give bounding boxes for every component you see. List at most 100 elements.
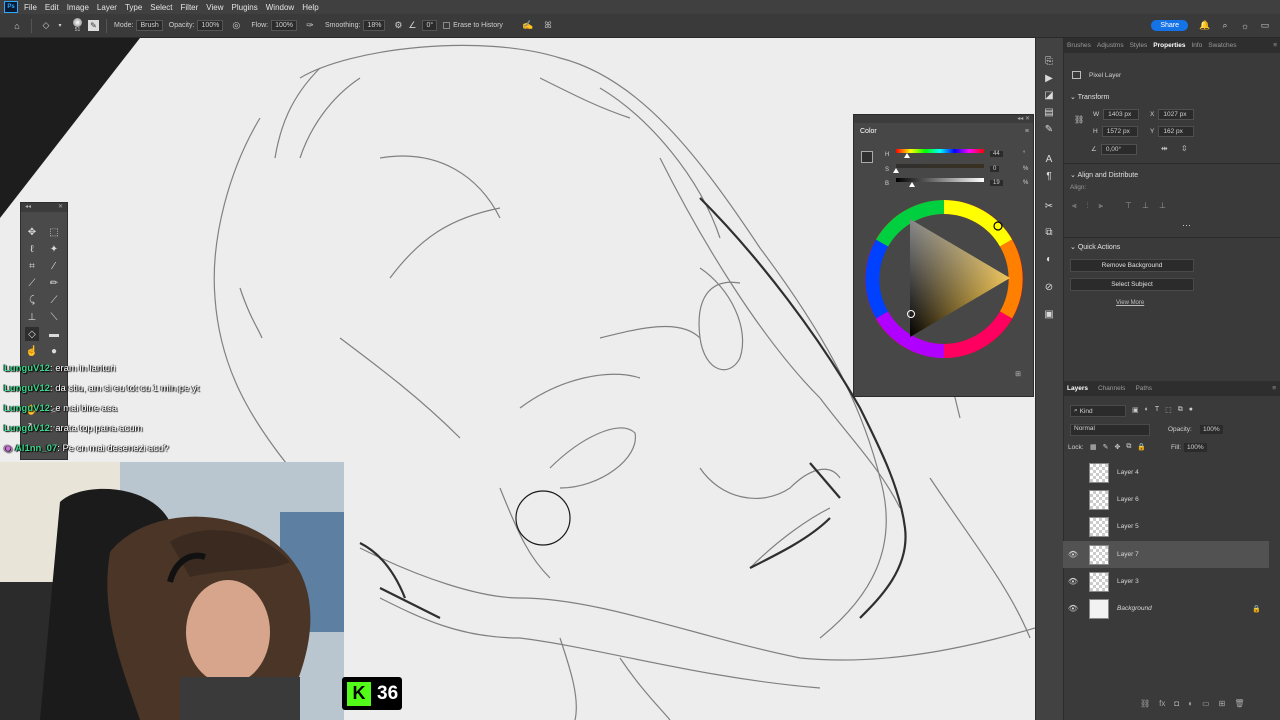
- lock-position-icon[interactable]: ✥: [1115, 443, 1121, 451]
- menu-select[interactable]: Select: [150, 3, 172, 12]
- align-left-icon[interactable]: ⫷: [1072, 201, 1077, 211]
- expand-panel-icon[interactable]: ⊞: [1015, 370, 1021, 378]
- tab-styles[interactable]: Styles: [1127, 42, 1151, 49]
- color-panel-icon[interactable]: ◐: [1042, 252, 1056, 266]
- blend-mode-select[interactable]: Normal: [1070, 424, 1150, 436]
- symmetry-icon[interactable]: ꕤ: [541, 19, 555, 33]
- menu-filter[interactable]: Filter: [181, 3, 199, 12]
- eraser-tool-icon[interactable]: ◇: [39, 19, 53, 33]
- align-section-header[interactable]: ⌄ Align and Distribute: [1070, 171, 1138, 179]
- share-button[interactable]: Share: [1151, 20, 1188, 31]
- filter-smart-object-icon[interactable]: ⧉: [1178, 406, 1183, 414]
- healing-brush-icon[interactable]: ⟍: [47, 310, 61, 324]
- menu-help[interactable]: Help: [302, 3, 318, 12]
- panel-menu-icon[interactable]: ≡: [1025, 128, 1029, 135]
- new-layer-icon[interactable]: ⊞: [1219, 699, 1226, 708]
- menu-type[interactable]: Type: [125, 3, 142, 12]
- brush-tool-icon[interactable]: ⟋: [25, 276, 39, 290]
- align-bottom-icon[interactable]: ⊥: [1159, 201, 1166, 211]
- x-input[interactable]: 1027 px: [1158, 109, 1195, 120]
- layer-opacity-input[interactable]: 100%: [1200, 425, 1223, 434]
- flip-vertical-icon[interactable]: ⇳: [1181, 144, 1188, 153]
- character-panel-icon[interactable]: A: [1042, 152, 1056, 166]
- eyedropper-icon[interactable]: ⁄: [47, 259, 61, 273]
- lock-all-icon[interactable]: 🔒: [1137, 443, 1146, 451]
- history-panel-icon[interactable]: ⎘: [1042, 54, 1056, 68]
- eye-icon[interactable]: 👁: [1066, 604, 1080, 613]
- link-layers-icon[interactable]: ⛓: [1140, 699, 1150, 708]
- stamp-tool-icon[interactable]: ⊥: [25, 310, 39, 324]
- saturation-slider[interactable]: [896, 164, 984, 168]
- new-group-icon[interactable]: ▭: [1202, 699, 1210, 708]
- menu-window[interactable]: Window: [266, 3, 294, 12]
- remove-background-button[interactable]: Remove Background: [1070, 259, 1194, 272]
- brush-preset-picker[interactable]: 51: [73, 18, 82, 33]
- align-right-icon[interactable]: ⫸: [1099, 201, 1104, 211]
- pressure-size-icon[interactable]: ✍: [521, 19, 535, 33]
- adjustment-layer-icon[interactable]: ◐: [1188, 699, 1193, 708]
- menu-plugins[interactable]: Plugins: [232, 3, 258, 12]
- home-icon[interactable]: ⌂: [10, 19, 24, 33]
- brushes-panel-icon[interactable]: ⊘: [1042, 280, 1056, 294]
- saturation-slider-handle[interactable]: [893, 168, 899, 173]
- opacity-input[interactable]: 100%: [197, 20, 224, 31]
- tools-panel-header[interactable]: ◂◂ ✕: [21, 203, 67, 212]
- pencil-tool-icon[interactable]: ✏: [47, 276, 61, 290]
- flip-horizontal-icon[interactable]: ⇹: [1161, 144, 1168, 153]
- mode-select[interactable]: Brush: [136, 20, 163, 31]
- mixer-brush-icon[interactable]: ⟋: [47, 293, 61, 307]
- add-mask-icon[interactable]: ◘: [1174, 699, 1179, 708]
- hue-slider-handle[interactable]: [904, 153, 910, 158]
- gear-icon[interactable]: ⚙: [391, 19, 405, 33]
- filter-toggle-icon[interactable]: ●: [1189, 406, 1193, 414]
- filter-shape-icon[interactable]: ⬚: [1165, 406, 1172, 414]
- libraries-panel-icon[interactable]: ▤: [1042, 105, 1056, 119]
- menu-file[interactable]: File: [24, 3, 37, 12]
- workspace-icon[interactable]: ▭: [1258, 19, 1272, 33]
- paths-panel-icon[interactable]: ✎: [1042, 122, 1056, 136]
- chevron-down-icon[interactable]: ▾: [53, 19, 67, 33]
- layer-row[interactable]: Layer 4: [1063, 459, 1269, 486]
- smoothing-input[interactable]: 18%: [363, 20, 386, 31]
- align-center-icon[interactable]: ⫶: [1087, 201, 1089, 211]
- flow-input[interactable]: 100%: [271, 20, 297, 31]
- y-input[interactable]: 162 px: [1158, 126, 1195, 137]
- eye-icon[interactable]: 👁: [1066, 550, 1080, 559]
- lock-pixels-icon[interactable]: ✎: [1103, 443, 1109, 451]
- height-input[interactable]: 1572 px: [1101, 126, 1138, 137]
- quick-actions-header[interactable]: ⌄ Quick Actions: [1070, 243, 1120, 251]
- clone-source-icon[interactable]: ⧉: [1042, 225, 1056, 239]
- rotation-input[interactable]: 0,00°: [1100, 144, 1137, 155]
- actions-panel-icon[interactable]: ▶: [1042, 71, 1056, 85]
- adjustments-panel-icon[interactable]: ◪: [1042, 88, 1056, 102]
- tab-swatches[interactable]: Swatches: [1205, 42, 1239, 49]
- brush-settings-icon[interactable]: ✎: [88, 20, 99, 31]
- history-brush-icon[interactable]: ⤹: [25, 293, 39, 307]
- color-wheel[interactable]: [862, 197, 1026, 361]
- angle-input[interactable]: 0°: [422, 20, 438, 31]
- crop-tool-icon[interactable]: ⌗: [25, 259, 39, 273]
- layer-row[interactable]: Layer 5: [1063, 513, 1269, 540]
- menu-layer[interactable]: Layer: [97, 3, 117, 12]
- blur-tool-icon[interactable]: ●: [47, 344, 61, 358]
- eye-icon[interactable]: 👁: [1066, 577, 1080, 586]
- align-top-icon[interactable]: ⊤: [1125, 201, 1132, 211]
- delete-layer-icon[interactable]: 🗑: [1234, 699, 1244, 708]
- link-icon[interactable]: ⛓: [1074, 115, 1084, 124]
- select-subject-button[interactable]: Select Subject: [1070, 278, 1194, 291]
- fill-input[interactable]: 100%: [1184, 443, 1207, 452]
- layer-row[interactable]: Layer 6: [1063, 486, 1269, 513]
- airbrush-icon[interactable]: ✑: [303, 19, 317, 33]
- swatches-panel-icon[interactable]: ▣: [1042, 307, 1056, 321]
- layer-row[interactable]: 👁 Layer 3: [1063, 568, 1269, 595]
- width-input[interactable]: 1403 px: [1103, 109, 1140, 120]
- panel-menu-icon[interactable]: ≡: [1270, 42, 1280, 49]
- eraser-tool-icon[interactable]: ◇: [25, 327, 39, 341]
- menu-edit[interactable]: Edit: [45, 3, 59, 12]
- menu-view[interactable]: View: [206, 3, 223, 12]
- view-more-link[interactable]: View More: [1116, 300, 1144, 306]
- panel-menu-icon[interactable]: ≡: [1269, 385, 1280, 392]
- filter-pixel-icon[interactable]: ▣: [1132, 406, 1139, 414]
- tab-adjustments[interactable]: Adjustms: [1094, 42, 1127, 49]
- saturation-value[interactable]: 0: [990, 166, 1000, 172]
